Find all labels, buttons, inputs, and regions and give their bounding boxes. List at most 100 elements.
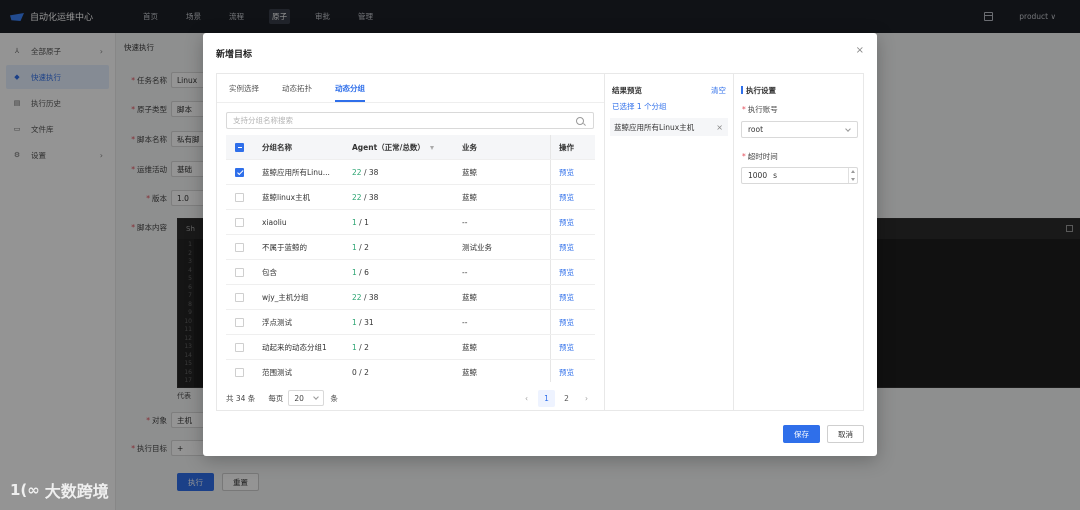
preview-link[interactable]: 预览	[559, 242, 589, 253]
timeout-input[interactable]: 1000 s	[741, 167, 858, 184]
preview-link[interactable]: 预览	[559, 217, 589, 228]
result-preview-title: 结果预览	[612, 86, 642, 95]
agent-count: 1 / 31	[352, 317, 374, 327]
business: 蓝鲸	[462, 192, 477, 202]
group-name: 不属于蓝鲸的	[262, 242, 307, 252]
group-name: 范围测试	[262, 367, 292, 377]
col-business: 业务	[462, 142, 477, 152]
group-name: 动起来的动态分组1	[262, 342, 327, 352]
agent-count: 22 / 38	[352, 167, 379, 177]
table-row[interactable]: 不属于蓝鲸的 1 / 2 测试业务 预览	[226, 235, 595, 260]
group-name: wjy_主机分组	[262, 292, 309, 302]
watermark: 1(∞ 大数跨境	[10, 478, 109, 502]
select-all-checkbox[interactable]	[235, 142, 244, 152]
tab-dynamic-group[interactable]: 动态分组	[335, 74, 365, 102]
page-1-button[interactable]: 1	[538, 389, 555, 407]
page-buttons: ‹ 1 2 ›	[515, 389, 595, 407]
selected-item: 蓝鲸应用所有Linux主机 ×	[610, 118, 728, 136]
stepper-icon[interactable]	[848, 168, 857, 183]
target-tabs: 实例选择 动态拓扑 动态分组	[229, 74, 388, 102]
group-table: 分组名称 Agent（正常/总数） 业务 操作 蓝鲸应用所有Linu... 22 …	[226, 135, 595, 382]
watermark-text: 大数跨境	[44, 482, 109, 501]
dialog-body: 实例选择 动态拓扑 动态分组 分组名称 Agent（正常/总数） 业务 操作 蓝…	[216, 73, 864, 411]
table-row[interactable]: 范围测试 0 / 2 蓝鲸 预览	[226, 360, 595, 382]
preview-link[interactable]: 预览	[559, 267, 589, 278]
selected-count: 已选择 1 个分组	[612, 102, 667, 111]
table-row[interactable]: 包含 1 / 6 -- 预览	[226, 260, 595, 285]
preview-link[interactable]: 预览	[559, 367, 589, 378]
row-checkbox[interactable]	[235, 317, 244, 327]
filter-icon[interactable]	[429, 145, 434, 150]
pagination: 共 34 条 每页 20 条 ‹ 1 2 ›	[226, 389, 595, 407]
save-button[interactable]: 保存	[783, 425, 820, 443]
table-row[interactable]: wjy_主机分组 22 / 38 蓝鲸 预览	[226, 285, 595, 310]
cancel-button[interactable]: 取消	[827, 425, 864, 443]
preview-link[interactable]: 预览	[559, 292, 589, 303]
chevron-down-icon	[313, 394, 320, 400]
result-preview-pane: 结果预览 清空 已选择 1 个分组 蓝鲸应用所有Linux主机 ×	[605, 74, 733, 410]
group-search	[226, 112, 594, 129]
business: --	[462, 217, 468, 227]
page-size-label: 每页	[268, 393, 284, 403]
business: --	[462, 317, 468, 327]
remove-icon[interactable]: ×	[716, 123, 723, 132]
agent-count: 1 / 2	[352, 342, 369, 352]
tab-instance-select[interactable]: 实例选择	[229, 74, 259, 102]
business: 蓝鲸	[462, 292, 477, 302]
account-label: 执行账号	[747, 105, 778, 114]
business: 蓝鲸	[462, 167, 477, 177]
tab-dynamic-topology[interactable]: 动态拓扑	[282, 74, 312, 102]
col-agent[interactable]: Agent（正常/总数）	[352, 142, 452, 153]
add-target-dialog: 新增目标 × 实例选择 动态拓扑 动态分组 分组名称 Agent（正常/总数） …	[203, 33, 877, 456]
group-name: xiaoliu	[262, 217, 287, 227]
account-select[interactable]: root	[741, 121, 858, 138]
chevron-down-icon	[845, 126, 851, 132]
table-row[interactable]: 蓝鲸应用所有Linu... 22 / 38 蓝鲸 预览	[226, 160, 595, 185]
page-2-button[interactable]: 2	[558, 390, 575, 407]
table-row[interactable]: 蓝鲸linux主机 22 / 38 蓝鲸 预览	[226, 185, 595, 210]
timeout-unit: s	[773, 171, 778, 180]
timeout-label: 超时时间	[747, 152, 778, 161]
table-row[interactable]: xiaoliu 1 / 1 -- 预览	[226, 210, 595, 235]
close-icon[interactable]: ×	[856, 45, 864, 56]
business: 蓝鲸	[462, 367, 477, 377]
total-count: 共 34 条	[226, 393, 256, 403]
table-row[interactable]: 动起来的动态分组1 1 / 2 蓝鲸 预览	[226, 335, 595, 360]
agent-count: 1 / 2	[352, 242, 369, 252]
dialog-footer: 保存 取消	[776, 425, 864, 443]
row-checkbox[interactable]	[235, 267, 244, 277]
row-checkbox[interactable]	[235, 217, 244, 227]
exec-settings-title: 执行设置	[741, 85, 776, 96]
preview-link[interactable]: 预览	[559, 317, 589, 328]
row-checkbox[interactable]	[235, 342, 244, 352]
group-name: 包含	[262, 267, 277, 277]
row-checkbox[interactable]	[235, 367, 244, 377]
agent-count: 22 / 38	[352, 292, 379, 302]
agent-count: 22 / 38	[352, 192, 379, 202]
selected-item-label: 蓝鲸应用所有Linux主机	[614, 122, 695, 132]
row-checkbox[interactable]	[235, 242, 244, 252]
business: 蓝鲸	[462, 342, 477, 352]
preview-link[interactable]: 预览	[559, 342, 589, 353]
preview-link[interactable]: 预览	[559, 167, 589, 178]
agent-count: 1 / 6	[352, 267, 369, 277]
business: 测试业务	[462, 242, 492, 252]
page-size-select[interactable]: 20	[288, 390, 325, 406]
search-icon[interactable]	[576, 116, 584, 125]
agent-count: 0 / 2	[352, 367, 369, 377]
group-name: 浮点测试	[262, 317, 292, 327]
clear-button[interactable]: 清空	[711, 85, 726, 96]
group-name: 蓝鲸应用所有Linu...	[262, 167, 330, 177]
exec-settings-pane: 执行设置 * 执行账号 root * 超时时间 1000 s	[734, 74, 864, 410]
group-search-input[interactable]	[227, 116, 576, 125]
preview-link[interactable]: 预览	[559, 192, 589, 203]
next-page-button[interactable]: ›	[578, 390, 595, 407]
row-checkbox[interactable]	[235, 167, 244, 177]
row-checkbox[interactable]	[235, 292, 244, 302]
group-name: 蓝鲸linux主机	[262, 192, 311, 202]
prev-page-button[interactable]: ‹	[518, 390, 535, 407]
agent-count: 1 / 1	[352, 217, 369, 227]
col-actions: 操作	[559, 142, 574, 152]
table-row[interactable]: 浮点测试 1 / 31 -- 预览	[226, 310, 595, 335]
row-checkbox[interactable]	[235, 192, 244, 202]
